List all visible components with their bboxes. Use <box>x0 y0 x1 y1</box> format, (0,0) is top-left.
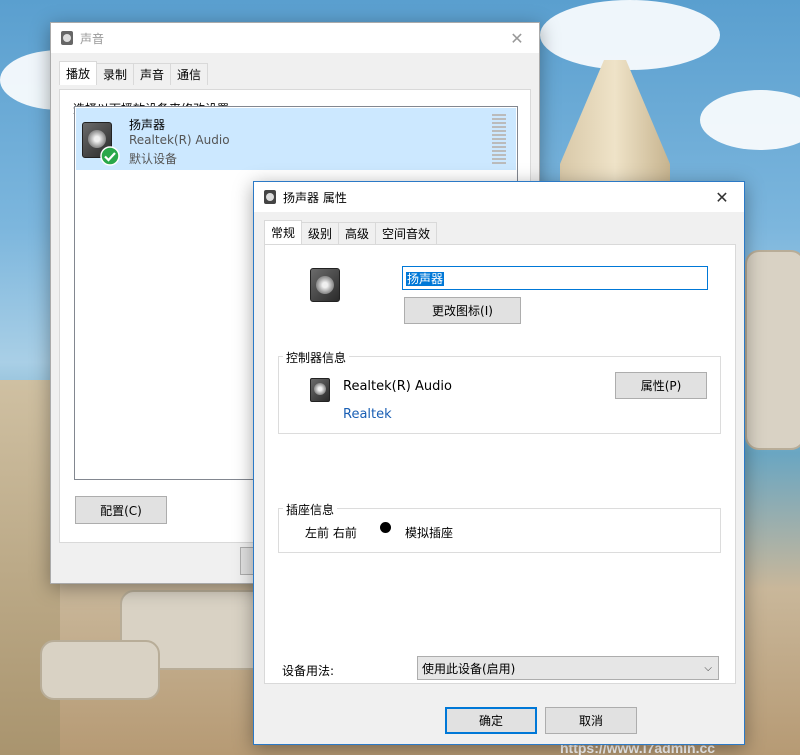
jack-info-title: 插座信息 <box>283 501 338 518</box>
volume-meter <box>492 114 506 164</box>
tab-levels[interactable]: 级别 <box>301 222 340 244</box>
device-usage-select[interactable]: 使用此设备(启用) ⌵ <box>417 656 719 680</box>
tab-general[interactable]: 常规 <box>264 220 303 244</box>
device-name: 扬声器 <box>129 118 166 132</box>
configure-button[interactable]: 配置(C) <box>75 496 167 524</box>
cloud <box>700 90 800 150</box>
change-icon-button[interactable]: 更改图标(I) <box>404 297 521 324</box>
chevron-down-icon: ⌵ <box>704 662 712 674</box>
jack-position: 左前 右前 <box>305 526 357 540</box>
properties-tabs: 常规 级别 高级 空间音效 <box>264 220 438 244</box>
controller-info-title: 控制器信息 <box>283 349 350 366</box>
device-usage-value: 使用此设备(启用) <box>422 661 516 676</box>
tab-advanced[interactable]: 高级 <box>338 222 377 244</box>
controller-name: Realtek(R) Audio <box>343 379 452 394</box>
close-icon[interactable]: ✕ <box>495 23 539 53</box>
device-driver: Realtek(R) Audio <box>129 133 230 147</box>
sound-titlebar[interactable]: 声音 ✕ <box>51 23 539 53</box>
sound-tabs: 播放 录制 声音 通信 <box>59 61 209 85</box>
jack-type: 模拟插座 <box>405 526 454 540</box>
device-usage-label: 设备用法: <box>282 664 335 678</box>
window-title: 扬声器 属性 <box>283 190 347 205</box>
device-status: 默认设备 <box>129 152 178 166</box>
window-title: 声音 <box>80 31 105 46</box>
tab-recording[interactable]: 录制 <box>96 63 135 85</box>
speaker-app-icon <box>61 31 73 45</box>
controller-properties-button[interactable]: 属性(P) <box>615 372 707 399</box>
tab-playback[interactable]: 播放 <box>59 61 98 85</box>
rock-wall <box>40 640 160 700</box>
speaker-app-icon <box>264 190 276 204</box>
cancel-button[interactable]: 取消 <box>545 707 637 734</box>
jack-color-dot <box>380 522 391 533</box>
ok-button[interactable]: 确定 <box>445 707 537 734</box>
properties-titlebar[interactable]: 扬声器 属性 ✕ <box>254 182 744 212</box>
tab-spatial-sound[interactable]: 空间音效 <box>375 222 438 244</box>
controller-vendor-link[interactable]: Realtek <box>343 407 392 422</box>
close-icon[interactable]: ✕ <box>700 182 744 212</box>
tab-communications[interactable]: 通信 <box>170 63 209 85</box>
default-check-icon <box>100 146 120 166</box>
controller-icon <box>310 378 332 404</box>
device-row-speaker[interactable]: 扬声器 Realtek(R) Audio 默认设备 <box>76 108 516 170</box>
device-name-input[interactable]: 扬声器 <box>402 266 708 290</box>
tab-sounds[interactable]: 声音 <box>133 63 172 85</box>
rock-wall <box>745 250 800 450</box>
device-large-icon <box>310 268 342 304</box>
cloud <box>540 0 720 70</box>
